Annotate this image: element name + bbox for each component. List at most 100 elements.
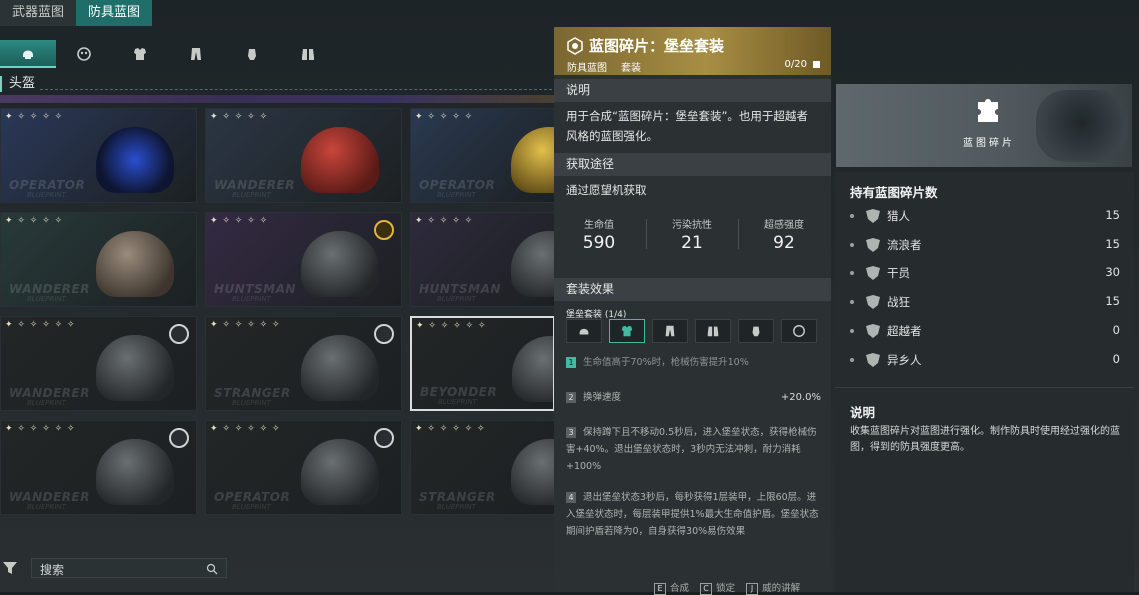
card-brand: STRANGER (419, 490, 496, 504)
rarity-stars: ✦ ✧ ✧ ✧ ✧ ✧ (5, 424, 76, 434)
card-brand: WANDERER (9, 386, 90, 400)
key-j[interactable]: J (746, 583, 759, 595)
lock-label: 锁定 (716, 583, 736, 594)
fragment-row: 猎人 15 (850, 207, 1128, 229)
card-brand: STRANGER (214, 386, 291, 400)
card-brand-sub: BLUEPRINT (27, 191, 66, 199)
fragment-count: 30 (1105, 265, 1120, 280)
set-piece-mask[interactable] (781, 319, 817, 343)
blueprint-fragment-icon (567, 37, 583, 55)
card-brand-sub: BLUEPRINT (438, 398, 477, 406)
set-piece-armor[interactable] (609, 319, 645, 343)
blueprint-card[interactable]: ✦ ✧ ✧ ✧ ✧ ✧ WANDERER BLUEPRINT (0, 316, 197, 411)
tab-mask[interactable] (56, 40, 112, 68)
effect-text: 退出堡垒状态3秒后，每秒获得1层装甲，上限60层。进入堡垒状态时，每层装甲提供1… (566, 492, 819, 537)
blueprint-card[interactable]: ✦ ✧ ✧ ✧ ✧ ✧ STRANGER BLUEPRINT (205, 316, 402, 411)
fragment-preview-image: 蓝图碎片 (836, 84, 1132, 167)
key-hints: E 合成 C 锁定 J 威的讲解 (646, 580, 800, 595)
blueprint-card[interactable]: ✦ ✧ ✧ ✧ ✧ ✧ STRANGER BLUEPRINT (410, 420, 555, 515)
blueprint-card[interactable]: ✦ ✧ ✧ ✧ ✧ WANDERER BLUEPRINT (205, 108, 402, 203)
search-icon[interactable] (206, 563, 218, 575)
key-e[interactable]: E (654, 583, 666, 595)
stat-pollution: 污染抗性 21 (647, 216, 737, 253)
tab-glove[interactable] (224, 40, 280, 68)
fragment-badge-icon (374, 428, 394, 448)
fragment-row: 流浪者 15 (850, 236, 1128, 258)
blueprint-card[interactable]: ✦ ✧ ✧ ✧ ✧ HUNTSMAN BLUEPRINT (205, 212, 402, 307)
source-header: 获取途径 (554, 153, 831, 176)
rarity-stars: ✦ ✧ ✧ ✧ ✧ (210, 216, 269, 226)
detail-panel: 蓝图碎片：堡垒套装 防具蓝图 套装 0/20 说明 用于合成“蓝图碎片：堡垒套装… (554, 27, 831, 595)
stat-pollution-label: 污染抗性 (672, 220, 712, 231)
glove-icon (752, 326, 760, 337)
cap-item (96, 231, 174, 297)
card-brand-sub: BLUEPRINT (232, 295, 271, 303)
respirator-item (511, 439, 554, 505)
set-piece-helmet[interactable] (566, 319, 602, 343)
set-piece-pants[interactable] (652, 319, 688, 343)
set-piece-glove[interactable] (738, 319, 774, 343)
tab-weapon-blueprint[interactable]: 武器蓝图 (0, 0, 77, 26)
divider (40, 89, 557, 90)
rarity-stars: ✦ ✧ ✧ ✧ ✧ ✧ (415, 424, 486, 434)
fragment-name: 超越者 (887, 323, 922, 338)
key-c[interactable]: C (700, 583, 713, 595)
tab-armor-blueprint[interactable]: 防具蓝图 (76, 0, 153, 26)
faction-icon (866, 209, 880, 223)
fragment-preview-label: 蓝图碎片 (963, 138, 1015, 149)
pants-icon (191, 48, 201, 60)
effect-num: 1 (566, 357, 576, 368)
set-header: 套装效果 (554, 278, 831, 301)
right-desc-text: 收集蓝图碎片对蓝图进行强化。制作防具时使用经过强化的蓝图，得到的防具强度更高。 (850, 426, 1120, 453)
detail-header: 蓝图碎片：堡垒套装 防具蓝图 套装 0/20 (554, 27, 831, 75)
filter-icon[interactable] (2, 560, 18, 576)
set-piece-boots[interactable] (695, 319, 731, 343)
card-brand-sub: BLUEPRINT (27, 399, 66, 407)
helmet-icon (579, 328, 589, 335)
fragment-count: 15 (1105, 208, 1120, 222)
stat-hp-label: 生命值 (584, 220, 614, 231)
blueprint-card[interactable]: ✦ ✧ ✧ ✧ ✧ ✧ OPERATOR BLUEPRINT (205, 420, 402, 515)
red-helmet-item (301, 127, 379, 193)
blueprint-card[interactable]: ✦ ✧ ✧ ✧ ✧ HUNTSMAN BLUEPRINT (410, 212, 555, 307)
card-brand: HUNTSMAN (419, 282, 501, 296)
tab-boots[interactable] (280, 40, 336, 68)
blueprint-card[interactable]: ✦ ✧ ✧ ✧ ✧ OPERATOR BLUEPRINT (410, 108, 555, 203)
bullet (850, 214, 854, 218)
armor-icon (134, 48, 146, 60)
blueprint-card[interactable]: ✦ ✧ ✧ ✧ ✧ OPERATOR BLUEPRINT (0, 108, 197, 203)
gas-mask-item (96, 439, 174, 505)
stat-hp-value: 590 (582, 233, 616, 253)
craft-label: 合成 (670, 583, 690, 594)
bullet (850, 328, 854, 333)
set-effect-3: 3 保持蹲下且不移动0.5秒后，进入堡垒状态，获得枪械伤害+40%。退出堡垒状态时… (566, 424, 821, 475)
search-placeholder: 搜索 (40, 563, 65, 577)
section-label-helmet: 头盔 (0, 76, 35, 92)
stat-pollution-value: 21 (681, 233, 703, 253)
armor-icon (621, 325, 633, 337)
fragment-row: 超越者 0 (850, 322, 1128, 344)
fragment-count: 15 (1105, 236, 1120, 251)
effect-text: 保持蹲下且不移动0.5秒后，进入堡垒状态，获得枪械伤害+40%。退出堡垒状态时，… (566, 427, 817, 472)
fragment-row: 干员 30 (850, 264, 1128, 286)
faction-icon (866, 323, 880, 338)
faction-icon (866, 295, 880, 310)
effect-text: 换弹速度 (583, 392, 622, 403)
tab-armor[interactable] (112, 40, 168, 68)
card-brand: WANDERER (9, 282, 90, 296)
rarity-stars: ✦ ✧ ✧ ✧ ✧ ✧ (210, 320, 281, 330)
divider (835, 387, 1134, 388)
blueprint-card[interactable]: ✦ ✧ ✧ ✧ ✧ WANDERER BLUEPRINT (0, 212, 197, 307)
detail-type: 套装 (621, 63, 641, 74)
tab-pants[interactable] (168, 40, 224, 68)
pants-icon (665, 325, 675, 337)
blueprint-card[interactable]: ✦ ✧ ✧ ✧ ✧ ✧ BEYONDER BLUEPRINT (410, 316, 555, 411)
search-input[interactable]: 搜索 (31, 558, 227, 578)
goggles-item (96, 127, 174, 193)
card-brand: OPERATOR (214, 490, 291, 504)
rarity-stars: ✦ ✧ ✧ ✧ ✧ ✧ (5, 320, 76, 330)
blueprint-card[interactable]: ✦ ✧ ✧ ✧ ✧ ✧ WANDERER BLUEPRINT (0, 420, 197, 515)
tab-helmet[interactable] (0, 40, 56, 68)
faction-icon (866, 266, 880, 281)
stat-hp: 生命值 590 (554, 216, 644, 253)
